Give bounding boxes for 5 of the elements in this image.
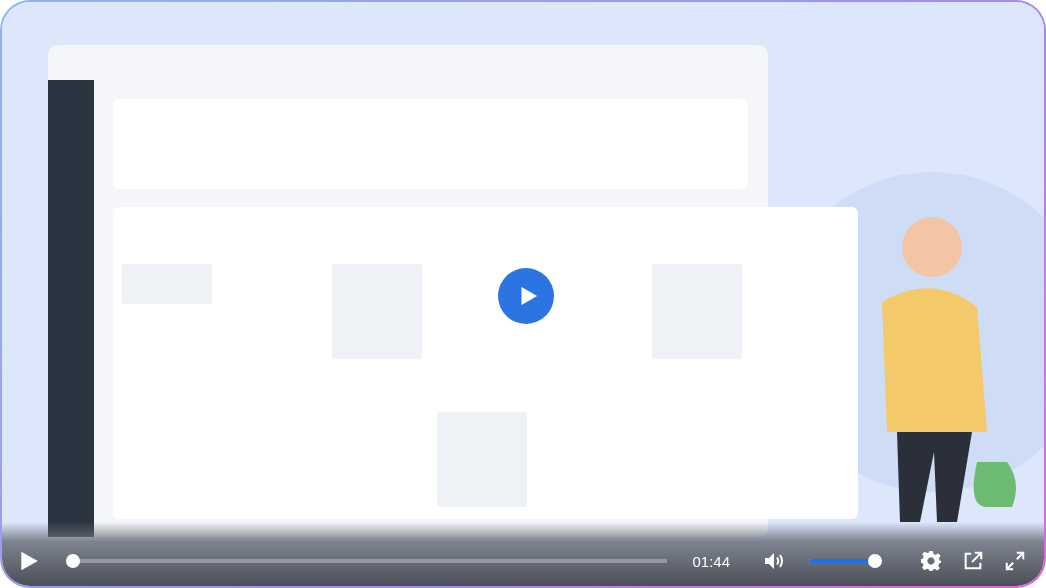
fullscreen-icon[interactable] — [1004, 550, 1026, 572]
settings-icon[interactable] — [920, 550, 942, 572]
popout-icon[interactable] — [962, 550, 984, 572]
time-label: 01:44 — [692, 552, 730, 570]
play-button[interactable] — [18, 550, 40, 572]
